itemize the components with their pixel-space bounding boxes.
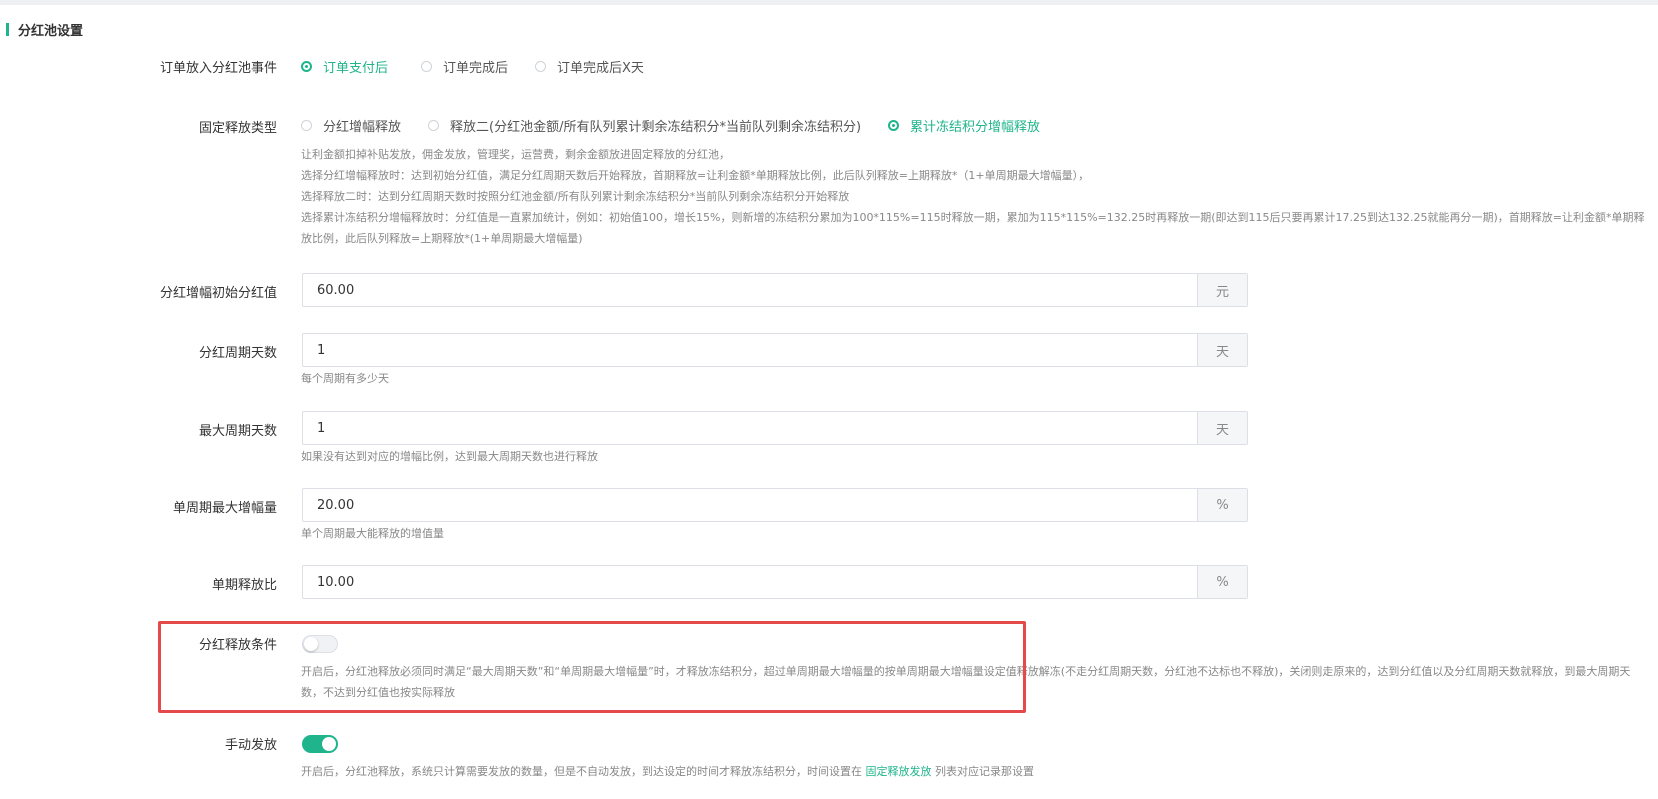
cycle-days-input-group: 天 [302, 333, 1248, 367]
help-line: 让利金额扣掉补贴发放，佣金发放，管理奖，运营费，剩余金额放进固定释放的分红池， [301, 148, 730, 161]
max-increase-input[interactable] [303, 489, 1197, 521]
radio-unchecked-icon [428, 120, 440, 131]
release-ratio-input[interactable] [303, 566, 1197, 598]
manual-release-toggle[interactable] [302, 735, 338, 753]
radio-checked-icon [301, 61, 312, 72]
radio-order-paid[interactable]: 订单支付后 [301, 57, 388, 76]
radio-unchecked-icon [301, 120, 312, 131]
release-ratio-input-group: % [302, 565, 1248, 599]
unit-addon: 元 [1197, 274, 1247, 306]
max-increase-input-group: % [302, 488, 1248, 522]
initial-value-input[interactable] [303, 274, 1197, 306]
section-title: 分红池设置 [6, 21, 84, 39]
fixed-release-link[interactable]: 固定释放发放 [866, 765, 932, 778]
radio-label: 累计冻结积分增幅释放 [910, 120, 1041, 135]
help-line: 选择分红增幅释放时：达到初始分红值，满足分红周期天数后开始释放，首期释放=让利金… [301, 169, 1090, 182]
radio-label: 订单完成后 [443, 61, 509, 76]
radio-cumulative-frozen-release[interactable]: 累计冻结积分增幅释放 [888, 116, 1040, 135]
max-cycle-days-help: 如果没有达到对应的增幅比例，达到最大周期天数也进行释放 [301, 450, 598, 463]
cycle-days-label: 分红周期天数 [198, 346, 277, 361]
toggle-knob [322, 737, 336, 751]
manual-release-label: 手动发放 [224, 738, 277, 753]
max-cycle-days-input-group: 天 [302, 411, 1248, 445]
help-line: 选择释放二时：达到分红周期天数时按照分红池金额/所有队列累计剩余冻结积分*当前队… [301, 190, 850, 203]
section-accent-bar [6, 22, 9, 36]
initial-value-label: 分红增幅初始分红值 [159, 286, 277, 301]
unit-addon: 天 [1197, 412, 1247, 444]
order-event-label: 订单放入分红池事件 [159, 61, 277, 76]
radio-checked-icon [888, 120, 900, 131]
top-bar [0, 0, 1658, 5]
highlight-box [158, 621, 1026, 713]
release-ratio-label: 单期释放比 [211, 578, 277, 593]
max-cycle-days-label: 最大周期天数 [198, 424, 277, 439]
manual-release-help: 开启后，分红池释放，系统只计算需要发放的数量，但是不自动发放，到达设定的时间才释… [301, 761, 1034, 782]
unit-addon: 天 [1197, 334, 1247, 366]
max-cycle-days-input[interactable] [303, 412, 1197, 444]
help-text: 列表对应记录那设置 [931, 765, 1034, 778]
radio-order-completed-x-days[interactable]: 订单完成后X天 [535, 57, 644, 76]
radio-label: 订单完成后X天 [557, 61, 644, 76]
release-type-radio-group: 分红增幅释放 释放二(分红池金额/所有队列累计剩余冻结积分*当前队列剩余冻结积分… [301, 116, 1040, 135]
section-title-text: 分红池设置 [18, 23, 84, 39]
max-increase-label: 单周期最大增幅量 [172, 501, 277, 516]
cycle-days-help: 每个周期有多少天 [301, 372, 389, 385]
release-type-label: 固定释放类型 [198, 121, 277, 136]
radio-order-completed[interactable]: 订单完成后 [421, 57, 508, 76]
radio-unchecked-icon [535, 61, 547, 72]
unit-addon: % [1197, 566, 1247, 598]
radio-label: 释放二(分红池金额/所有队列累计剩余冻结积分*当前队列剩余冻结积分) [450, 120, 862, 135]
radio-release-two[interactable]: 释放二(分红池金额/所有队列累计剩余冻结积分*当前队列剩余冻结积分) [428, 116, 861, 135]
order-event-radio-group: 订单支付后 订单完成后 订单完成后X天 [301, 57, 644, 76]
radio-unchecked-icon [421, 61, 433, 72]
release-type-help: 让利金额扣掉补贴发放，佣金发放，管理奖，运营费，剩余金额放进固定释放的分红池， … [301, 144, 1646, 249]
help-line: 选择累计冻结积分增幅释放时：分红值是一直累加统计，例如：初始值100，增长15%… [301, 211, 1645, 245]
radio-label: 分红增幅释放 [323, 120, 402, 135]
initial-value-input-group: 元 [302, 273, 1248, 307]
help-text: 开启后，分红池释放，系统只计算需要发放的数量，但是不自动发放，到达设定的时间才释… [301, 765, 866, 778]
unit-addon: % [1197, 489, 1247, 521]
cycle-days-input[interactable] [303, 334, 1197, 366]
radio-label: 订单支付后 [323, 61, 389, 76]
max-increase-help: 单个周期最大能释放的增值量 [301, 527, 444, 540]
radio-dividend-increase-release[interactable]: 分红增幅释放 [301, 116, 401, 135]
